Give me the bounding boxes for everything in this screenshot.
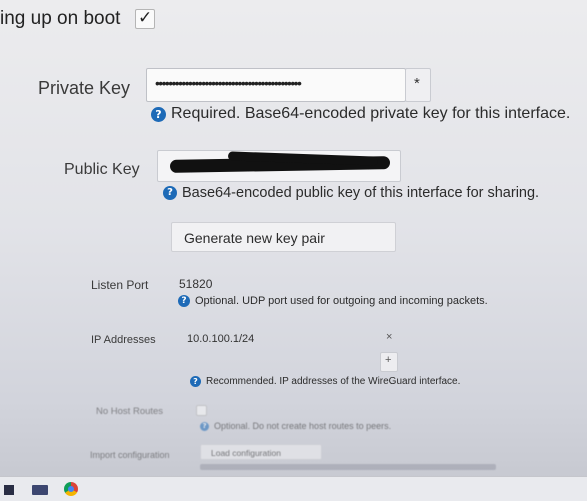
remove-ip-icon[interactable]: × <box>386 331 392 343</box>
import-configuration-label: Import configuration <box>90 450 170 460</box>
ip-addresses-label: IP Addresses <box>91 334 156 346</box>
private-key-label: Private Key <box>38 78 131 98</box>
private-key-reveal-button[interactable]: * <box>405 68 431 102</box>
public-key-input[interactable] <box>157 150 401 182</box>
private-key-hint-text: Required. Base64-encoded private key for… <box>171 105 571 122</box>
explorer-icon[interactable] <box>32 485 48 495</box>
private-key-input[interactable]: ••••••••••••••••••••••••••••••••••••••••… <box>146 68 406 102</box>
windows-start-icon[interactable] <box>4 485 14 495</box>
public-key-hint: ? Base64-encoded public key of this inte… <box>163 185 539 201</box>
start-on-boot-checkbox[interactable]: ✓ <box>135 8 155 29</box>
help-icon: ? <box>190 376 201 387</box>
no-host-routes-label: No Host Routes <box>96 406 164 417</box>
help-icon: ? <box>151 106 166 122</box>
start-on-boot-label: ing up on boot <box>0 8 121 29</box>
listen-port-hint: ? Optional. UDP port used for outgoing a… <box>178 295 488 307</box>
no-host-routes-checkbox[interactable] <box>196 405 207 416</box>
ip-addresses-hint-text: Recommended. IP addresses of the WireGua… <box>206 376 461 387</box>
ip-addresses-hint: ? Recommended. IP addresses of the WireG… <box>190 376 460 387</box>
taskbar <box>0 476 587 501</box>
no-host-routes-hint-text: Optional. Do not create host routes to p… <box>214 421 392 431</box>
listen-port-label: Listen Port <box>91 278 149 292</box>
chrome-icon-center <box>68 486 74 492</box>
no-host-routes-hint: ? Optional. Do not create host routes to… <box>200 421 391 431</box>
ip-address-value[interactable]: 10.0.100.1/24 <box>187 333 254 345</box>
public-key-label: Public Key <box>64 161 140 178</box>
help-icon: ? <box>163 186 177 200</box>
plus-icon: + <box>385 354 392 366</box>
private-key-hint: ? Required. Base64-encoded private key f… <box>151 105 570 123</box>
listen-port-hint-text: Optional. UDP port used for outgoing and… <box>195 295 488 307</box>
checkmark-icon: ✓ <box>138 8 153 28</box>
public-key-hint-text: Base64-encoded public key of this interf… <box>182 185 540 201</box>
add-ip-button[interactable]: + <box>380 352 398 372</box>
asterisk-icon: * <box>414 75 420 92</box>
generate-key-pair-button[interactable]: Generate new key pair <box>171 222 396 252</box>
private-key-value: ••••••••••••••••••••••••••••••••••••••••… <box>155 75 302 91</box>
help-icon: ? <box>200 421 209 431</box>
help-icon: ? <box>178 295 190 307</box>
load-configuration-button[interactable]: Load configuration <box>200 444 322 460</box>
listen-port-input[interactable]: 51820 <box>179 277 212 291</box>
import-hint-line <box>200 464 496 470</box>
